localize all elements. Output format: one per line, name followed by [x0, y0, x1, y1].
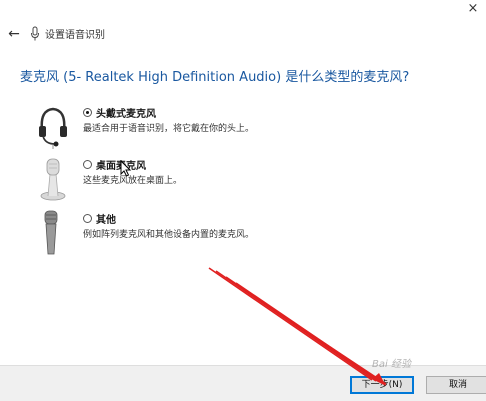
handheld-mic-icon [44, 210, 58, 255]
headset-icon [39, 107, 67, 149]
microphone-icon [31, 26, 39, 41]
page-question: 麦克风 (5- Realtek High Definition Audio) 是… [20, 70, 410, 85]
option-desktop-mic[interactable]: 桌面麦克风 这些麦克风放在桌面上。 [36, 156, 366, 206]
window-title: 设置语音识别 [45, 30, 105, 41]
option-label: 头戴式麦克风 [96, 109, 156, 120]
option-description: 最适合用于语音识别，将它戴在你的头上。 [83, 124, 255, 134]
mouse-cursor-icon [120, 160, 132, 177]
radio-desktop-mic[interactable] [83, 160, 92, 169]
option-label: 其他 [96, 215, 116, 226]
radio-other[interactable] [83, 214, 92, 223]
watermark: Bai 经验 [372, 359, 411, 370]
desktop-mic-icon [40, 158, 66, 201]
cancel-button[interactable]: 取消 [426, 376, 486, 394]
next-button[interactable]: 下一步(N) [350, 376, 414, 394]
option-description: 例如阵列麦克风和其他设备内置的麦克风。 [83, 230, 255, 240]
option-description: 这些麦克风放在桌面上。 [83, 176, 183, 186]
close-button[interactable]: × [463, 0, 483, 18]
radio-headset[interactable] [83, 108, 92, 117]
title-bar: ← 设置语音识别 × [0, 0, 486, 60]
option-headset[interactable]: 头戴式麦克风 最适合用于语音识别，将它戴在你的头上。 [36, 104, 366, 154]
option-other[interactable]: 其他 例如阵列麦克风和其他设备内置的麦克风。 [36, 210, 366, 260]
back-button[interactable]: ← [5, 25, 23, 43]
footer-bar: 下一步(N) 取消 [0, 365, 486, 401]
